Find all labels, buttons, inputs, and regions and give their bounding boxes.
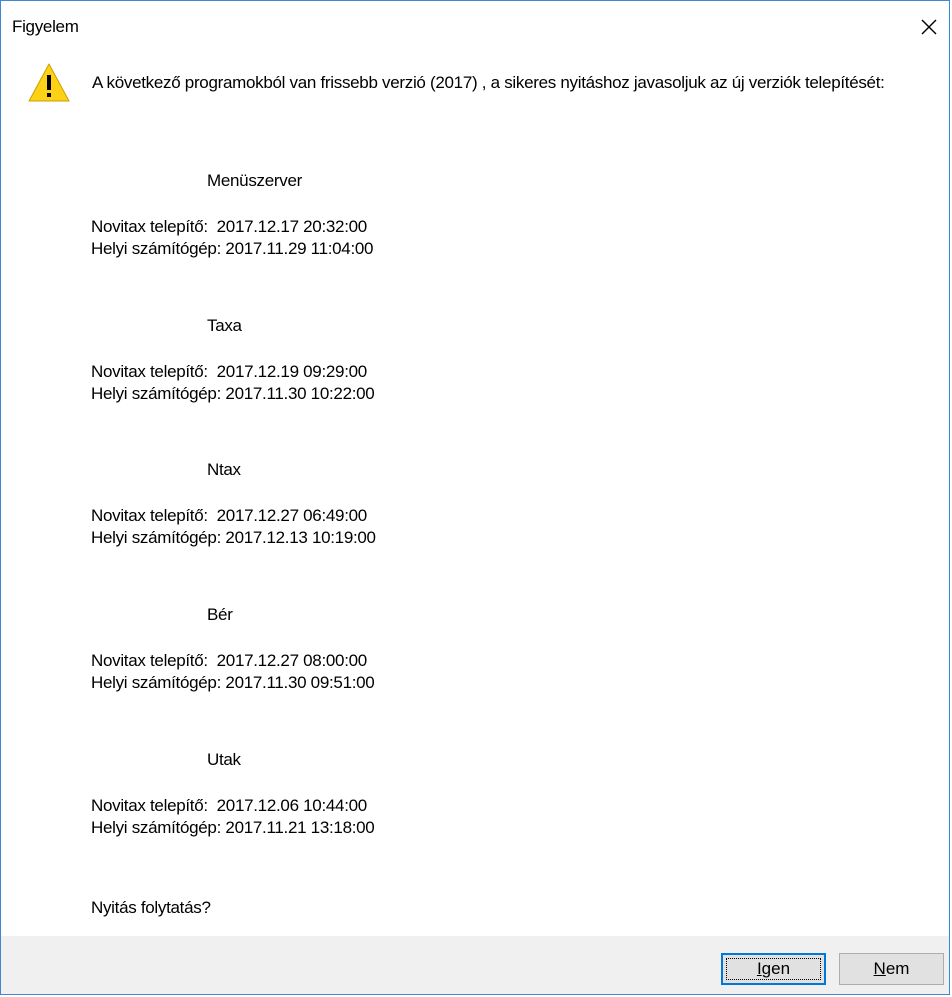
warning-icon xyxy=(28,63,70,102)
dialog-title: Figyelem xyxy=(12,17,79,36)
continue-question: Nyitás folytatás? xyxy=(91,898,211,917)
program-name: Taxa xyxy=(207,316,242,335)
no-label-rest: em xyxy=(885,959,910,978)
message-text: A következő programokból van frissebb ve… xyxy=(92,73,885,92)
close-icon xyxy=(921,19,937,35)
yes-button[interactable]: Igen xyxy=(721,953,826,985)
installer-version: Novitax telepítő: 2017.12.27 08:00:00 xyxy=(91,651,367,670)
installer-version: Novitax telepítő: 2017.12.27 06:49:00 xyxy=(91,506,367,525)
yes-button-label: Igen xyxy=(757,956,790,982)
local-version: Helyi számítógép: 2017.11.30 09:51:00 xyxy=(91,673,375,692)
local-version: Helyi számítógép: 2017.11.29 11:04:00 xyxy=(91,239,374,258)
program-name: Menüszerver xyxy=(207,171,302,190)
no-accelerator: N xyxy=(873,959,886,978)
program-name: Utak xyxy=(207,750,241,769)
installer-version: Novitax telepítő: 2017.12.06 10:44:00 xyxy=(91,796,367,815)
local-version: Helyi számítógép: 2017.11.21 13:18:00 xyxy=(91,818,375,837)
button-bar: Igen Nem xyxy=(1,936,949,994)
no-button-label: Nem xyxy=(874,955,910,983)
yes-label-rest: gen xyxy=(761,959,791,978)
warning-dialog: Figyelem A következő programokból van fr… xyxy=(0,0,950,995)
local-version: Helyi számítógép: 2017.12.13 10:19:00 xyxy=(91,528,376,547)
local-version: Helyi számítógép: 2017.11.30 10:22:00 xyxy=(91,384,375,403)
installer-version: Novitax telepítő: 2017.12.19 09:29:00 xyxy=(91,362,367,381)
installer-version: Novitax telepítő: 2017.12.17 20:32:00 xyxy=(91,217,367,236)
program-name: Bér xyxy=(207,605,233,624)
no-button[interactable]: Nem xyxy=(839,953,944,985)
close-button[interactable] xyxy=(911,9,947,45)
program-name: Ntax xyxy=(207,460,241,479)
title-bar: Figyelem xyxy=(1,1,949,45)
